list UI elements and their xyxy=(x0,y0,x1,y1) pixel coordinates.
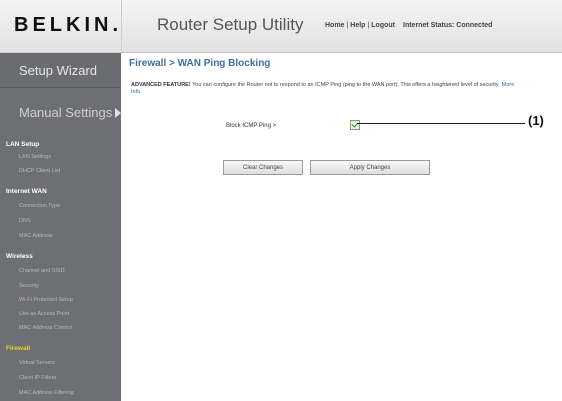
sidebar-item-mac-address-control[interactable]: MAC Address Control xyxy=(19,325,72,331)
page-title: Firewall > WAN Ping Blocking xyxy=(129,58,271,69)
sidebar-item-security[interactable]: Security xyxy=(19,283,39,289)
setup-wizard-label: Setup Wizard xyxy=(19,63,98,78)
clear-changes-button[interactable]: Clear Changes xyxy=(223,160,303,175)
help-link[interactable]: Help xyxy=(350,22,365,29)
block-icmp-ping-label: Block ICMP Ping > xyxy=(226,123,277,129)
sidebar-item-mac-address-filtering[interactable]: MAC Address Filtering xyxy=(19,390,74,396)
header-bar: BELKIN. Router Setup Utility Home | Help | L… xyxy=(0,0,562,53)
setup-wizard-button[interactable]: Setup Wizard xyxy=(0,53,121,88)
manual-settings-label: Manual Settings xyxy=(19,105,113,120)
sidebar: Setup Wizard Manual Settings LAN Setup L… xyxy=(0,53,122,401)
sidebar-item-dns[interactable]: DNS xyxy=(19,218,31,224)
callout-line xyxy=(357,123,525,124)
description-text: You can configure the Router not to resp… xyxy=(190,82,500,88)
belkin-logo[interactable]: BELKIN. xyxy=(14,14,122,37)
section-lan-setup[interactable]: LAN Setup xyxy=(6,141,39,148)
sidebar-item-connection-type[interactable]: Connection Type xyxy=(19,203,60,209)
callout-label: (1) xyxy=(528,113,544,128)
block-icmp-ping-checkbox[interactable] xyxy=(350,120,360,130)
home-link[interactable]: Home xyxy=(325,22,344,29)
link-separator: | xyxy=(367,22,370,29)
logout-link[interactable]: Logout xyxy=(371,22,395,29)
app-title: Router Setup Utility xyxy=(157,15,304,34)
link-separator: | xyxy=(346,22,349,29)
router-setup-window: BELKIN. Router Setup Utility Home | Help | L… xyxy=(0,0,562,401)
apply-changes-button[interactable]: Apply Changes xyxy=(310,160,430,175)
section-wireless[interactable]: Wireless xyxy=(6,253,33,260)
sidebar-item-client-ip-filters[interactable]: Client IP Filters xyxy=(19,375,56,381)
advanced-feature-label: ADVANCED FEATURE! xyxy=(131,82,191,88)
header-divider xyxy=(121,0,122,52)
sidebar-item-mac-address[interactable]: MAC Address xyxy=(19,233,53,239)
top-links: Home | Help | Logout Internet Status: Connect… xyxy=(325,22,492,29)
sidebar-item-access-point[interactable]: Use as Access Point xyxy=(19,311,69,317)
page-description: ADVANCED FEATURE! You can configure the … xyxy=(131,82,521,96)
sidebar-item-virtual-servers[interactable]: Virtual Servers xyxy=(19,360,55,366)
sidebar-item-channel-ssid[interactable]: Channel and SSID xyxy=(19,268,65,274)
section-firewall[interactable]: Firewall xyxy=(6,345,30,352)
sidebar-item-wps[interactable]: Wi-Fi Protected Setup xyxy=(19,297,73,303)
sidebar-item-dhcp-client-list[interactable]: DHCP Client List xyxy=(19,168,60,174)
internet-status: Internet Status: Connected xyxy=(403,22,493,29)
manual-settings-header[interactable]: Manual Settings xyxy=(19,105,122,120)
section-internet-wan[interactable]: Internet WAN xyxy=(6,188,47,195)
main-content: Firewall > WAN Ping Blocking ADVANCED FE… xyxy=(121,53,562,401)
sidebar-item-lan-settings[interactable]: LAN Settings xyxy=(19,154,51,160)
